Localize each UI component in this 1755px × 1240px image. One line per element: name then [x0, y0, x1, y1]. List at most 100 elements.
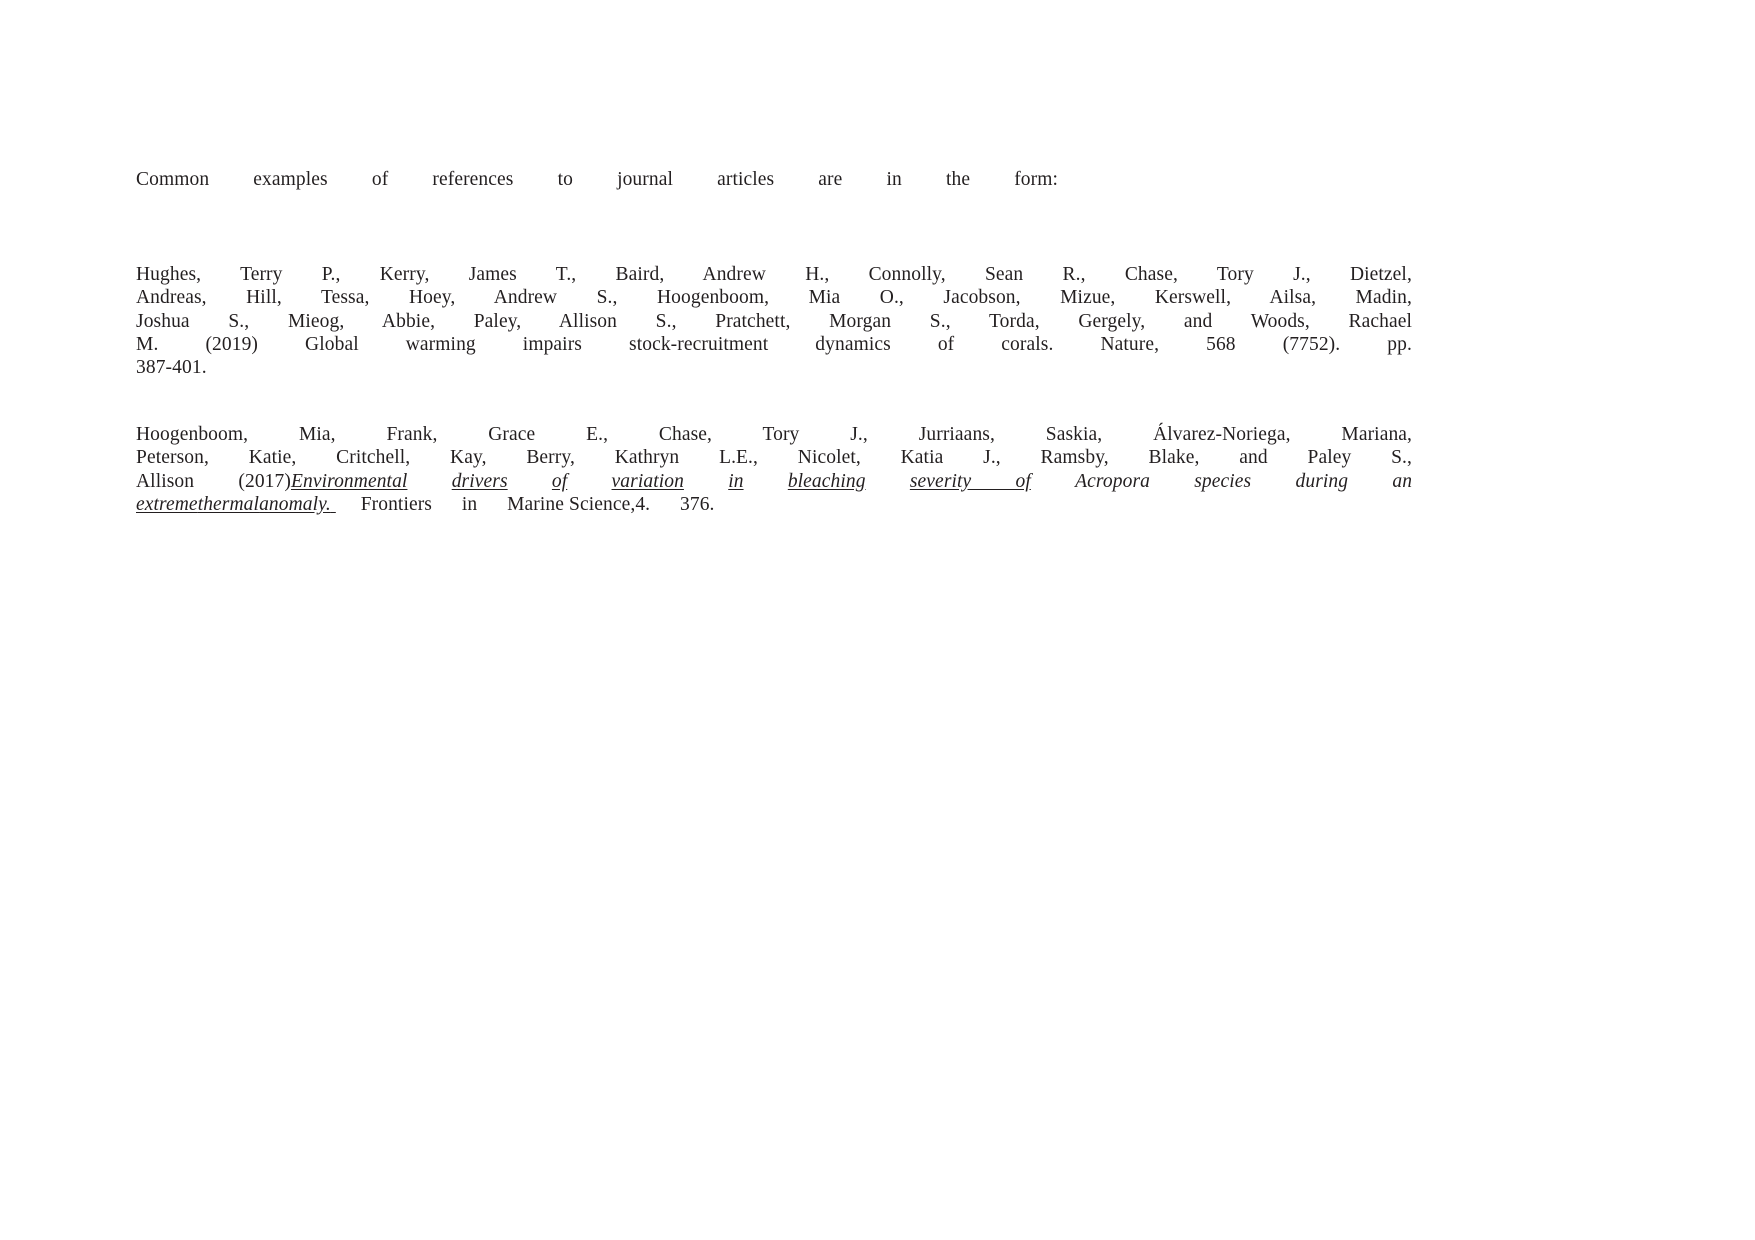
spacer-between-references — [136, 379, 1412, 423]
ref-word: Hoogenboom, — [136, 424, 249, 446]
spacer-after-intro — [136, 191, 1412, 263]
ref-word: Critchell, — [336, 447, 411, 469]
ref-word: James — [468, 264, 517, 286]
ref-word: of — [937, 333, 955, 355]
ref-word: and — [1239, 447, 1268, 469]
ref-word: E., — [586, 424, 609, 446]
ref-title-word: during — [1295, 470, 1349, 492]
ref-word: dynamics — [815, 333, 891, 355]
ref-word: Morgan — [829, 310, 892, 332]
ref-word: Kay, — [450, 447, 487, 469]
ref-word: Tessa, — [320, 287, 370, 309]
ref-word: Mieog, — [287, 310, 345, 332]
document-content: Common examples of references to journal… — [136, 168, 1412, 516]
ref-word: Kerswell, — [1154, 287, 1232, 309]
ref-word: Nicolet, — [797, 447, 861, 469]
ref-word: Frank, — [386, 424, 438, 446]
ref-word: S., — [929, 310, 951, 332]
ref-word: Berry, — [526, 447, 575, 469]
reference-line: Peterson, Katie, Critchell, Kay, Berry, … — [136, 446, 1412, 469]
ref-word: J., — [1293, 264, 1311, 286]
ref-word: Allison — [136, 470, 195, 492]
ref-word: Paley — [1307, 447, 1352, 469]
intro-word: the — [945, 169, 971, 190]
intro-word: of — [371, 169, 389, 190]
ref-word: O., — [879, 287, 904, 309]
ref-word: Katie, — [248, 447, 297, 469]
ref-word: Joshua — [136, 310, 190, 332]
ref-word: Abbie, — [381, 310, 436, 332]
ref-word: Hill, — [246, 287, 282, 309]
ref-word: Tory — [762, 424, 800, 446]
ref-word: Dietzel, — [1349, 264, 1412, 286]
reference-line: Andreas, Hill, Tessa, Hoey, Andrew S., H… — [136, 286, 1412, 309]
ref-volume: 4. — [635, 493, 651, 515]
ref-word: T., — [555, 264, 577, 286]
document-page: Common examples of references to journal… — [0, 0, 1755, 1240]
ref-title-taxon: Acropora — [1075, 470, 1150, 492]
ref-article-number: 376. — [680, 493, 715, 515]
ref-word: R., — [1062, 264, 1086, 286]
ref-word: Jacobson, — [943, 287, 1021, 309]
ref-word: S., — [596, 287, 618, 309]
ref-word: Woods, — [1250, 310, 1310, 332]
ref-word: Jurriaans, — [918, 424, 995, 446]
reference-line: M. (2019) Global warming impairs stock-r… — [136, 333, 1412, 356]
reference-line: Joshua S., Mieog, Abbie, Paley, Allison … — [136, 310, 1412, 333]
ref-word: and — [1183, 310, 1213, 332]
ref-journal: Marine — [507, 493, 565, 515]
ref-word: Mizue, — [1060, 287, 1116, 309]
ref-word: S., — [1391, 447, 1412, 469]
ref-word: Hoogenboom, — [656, 287, 770, 309]
intro-word: Common — [136, 169, 210, 190]
ref-word: Ramsby, — [1040, 447, 1109, 469]
ref-word: Tory — [1216, 264, 1254, 286]
ref-title-word: an — [1392, 470, 1413, 492]
intro-word: references — [432, 169, 514, 190]
ref-word: S., — [655, 310, 677, 332]
reference-line: Hughes, Terry P., Kerry, James T., Baird… — [136, 263, 1412, 286]
ref-pages: 387-401. — [136, 357, 207, 379]
ref-word: Chase, — [658, 424, 713, 446]
ref-word: Katia — [900, 447, 944, 469]
intro-word: examples — [253, 169, 328, 190]
ref-journal: Science, — [569, 493, 636, 515]
ref-word: Ailsa, — [1269, 287, 1317, 309]
ref-word: Mia, — [298, 424, 336, 446]
ref-word: J., — [850, 424, 868, 446]
ref-word: Gergely, — [1078, 310, 1146, 332]
ref-volume: 568 — [1206, 333, 1236, 355]
intro-word: are — [818, 169, 843, 190]
ref-word: corals. — [1001, 333, 1054, 355]
reference-entry-hoogenboom-2017: Hoogenboom, Mia, Frank, Grace E., Chase,… — [136, 423, 1412, 516]
ref-title-word: variation — [611, 470, 684, 492]
ref-word: Torda, — [989, 310, 1040, 332]
ref-title-word: Environmental — [290, 470, 408, 492]
ref-word: Madin, — [1355, 287, 1412, 309]
ref-title-word: anomaly. — [259, 493, 331, 515]
ref-word: warming — [405, 333, 476, 355]
ref-word: Chase, — [1124, 264, 1178, 286]
ref-word: (2019) — [205, 333, 259, 355]
ref-word: Kerry, — [379, 264, 430, 286]
ref-year: (2017) — [238, 470, 291, 492]
ref-word: Saskia, — [1045, 424, 1103, 446]
ref-title-word: severity of — [909, 470, 1031, 492]
ref-title-word: species — [1194, 470, 1252, 492]
ref-word: Blake, — [1148, 447, 1200, 469]
ref-word: Peterson, — [136, 447, 209, 469]
ref-issue: (7752). — [1282, 333, 1341, 355]
ref-word: Andrew — [702, 264, 766, 286]
reference-entry-hughes-2019: Hughes, Terry P., Kerry, James T., Baird… — [136, 263, 1412, 379]
ref-word: Mariana, — [1341, 424, 1413, 446]
ref-journal: Nature, — [1100, 333, 1160, 355]
reference-line: Allison (2017)Environmental drivers of v… — [136, 470, 1412, 493]
ref-word: S., — [228, 310, 250, 332]
ref-word: Sean — [984, 264, 1024, 286]
ref-word: Andreas, — [136, 287, 207, 309]
intro-word: articles — [717, 169, 775, 190]
ref-word: Terry — [240, 264, 283, 286]
ref-word: Pratchett, — [715, 310, 791, 332]
ref-journal: Frontiers — [360, 493, 432, 515]
ref-title-word: of — [551, 470, 568, 492]
